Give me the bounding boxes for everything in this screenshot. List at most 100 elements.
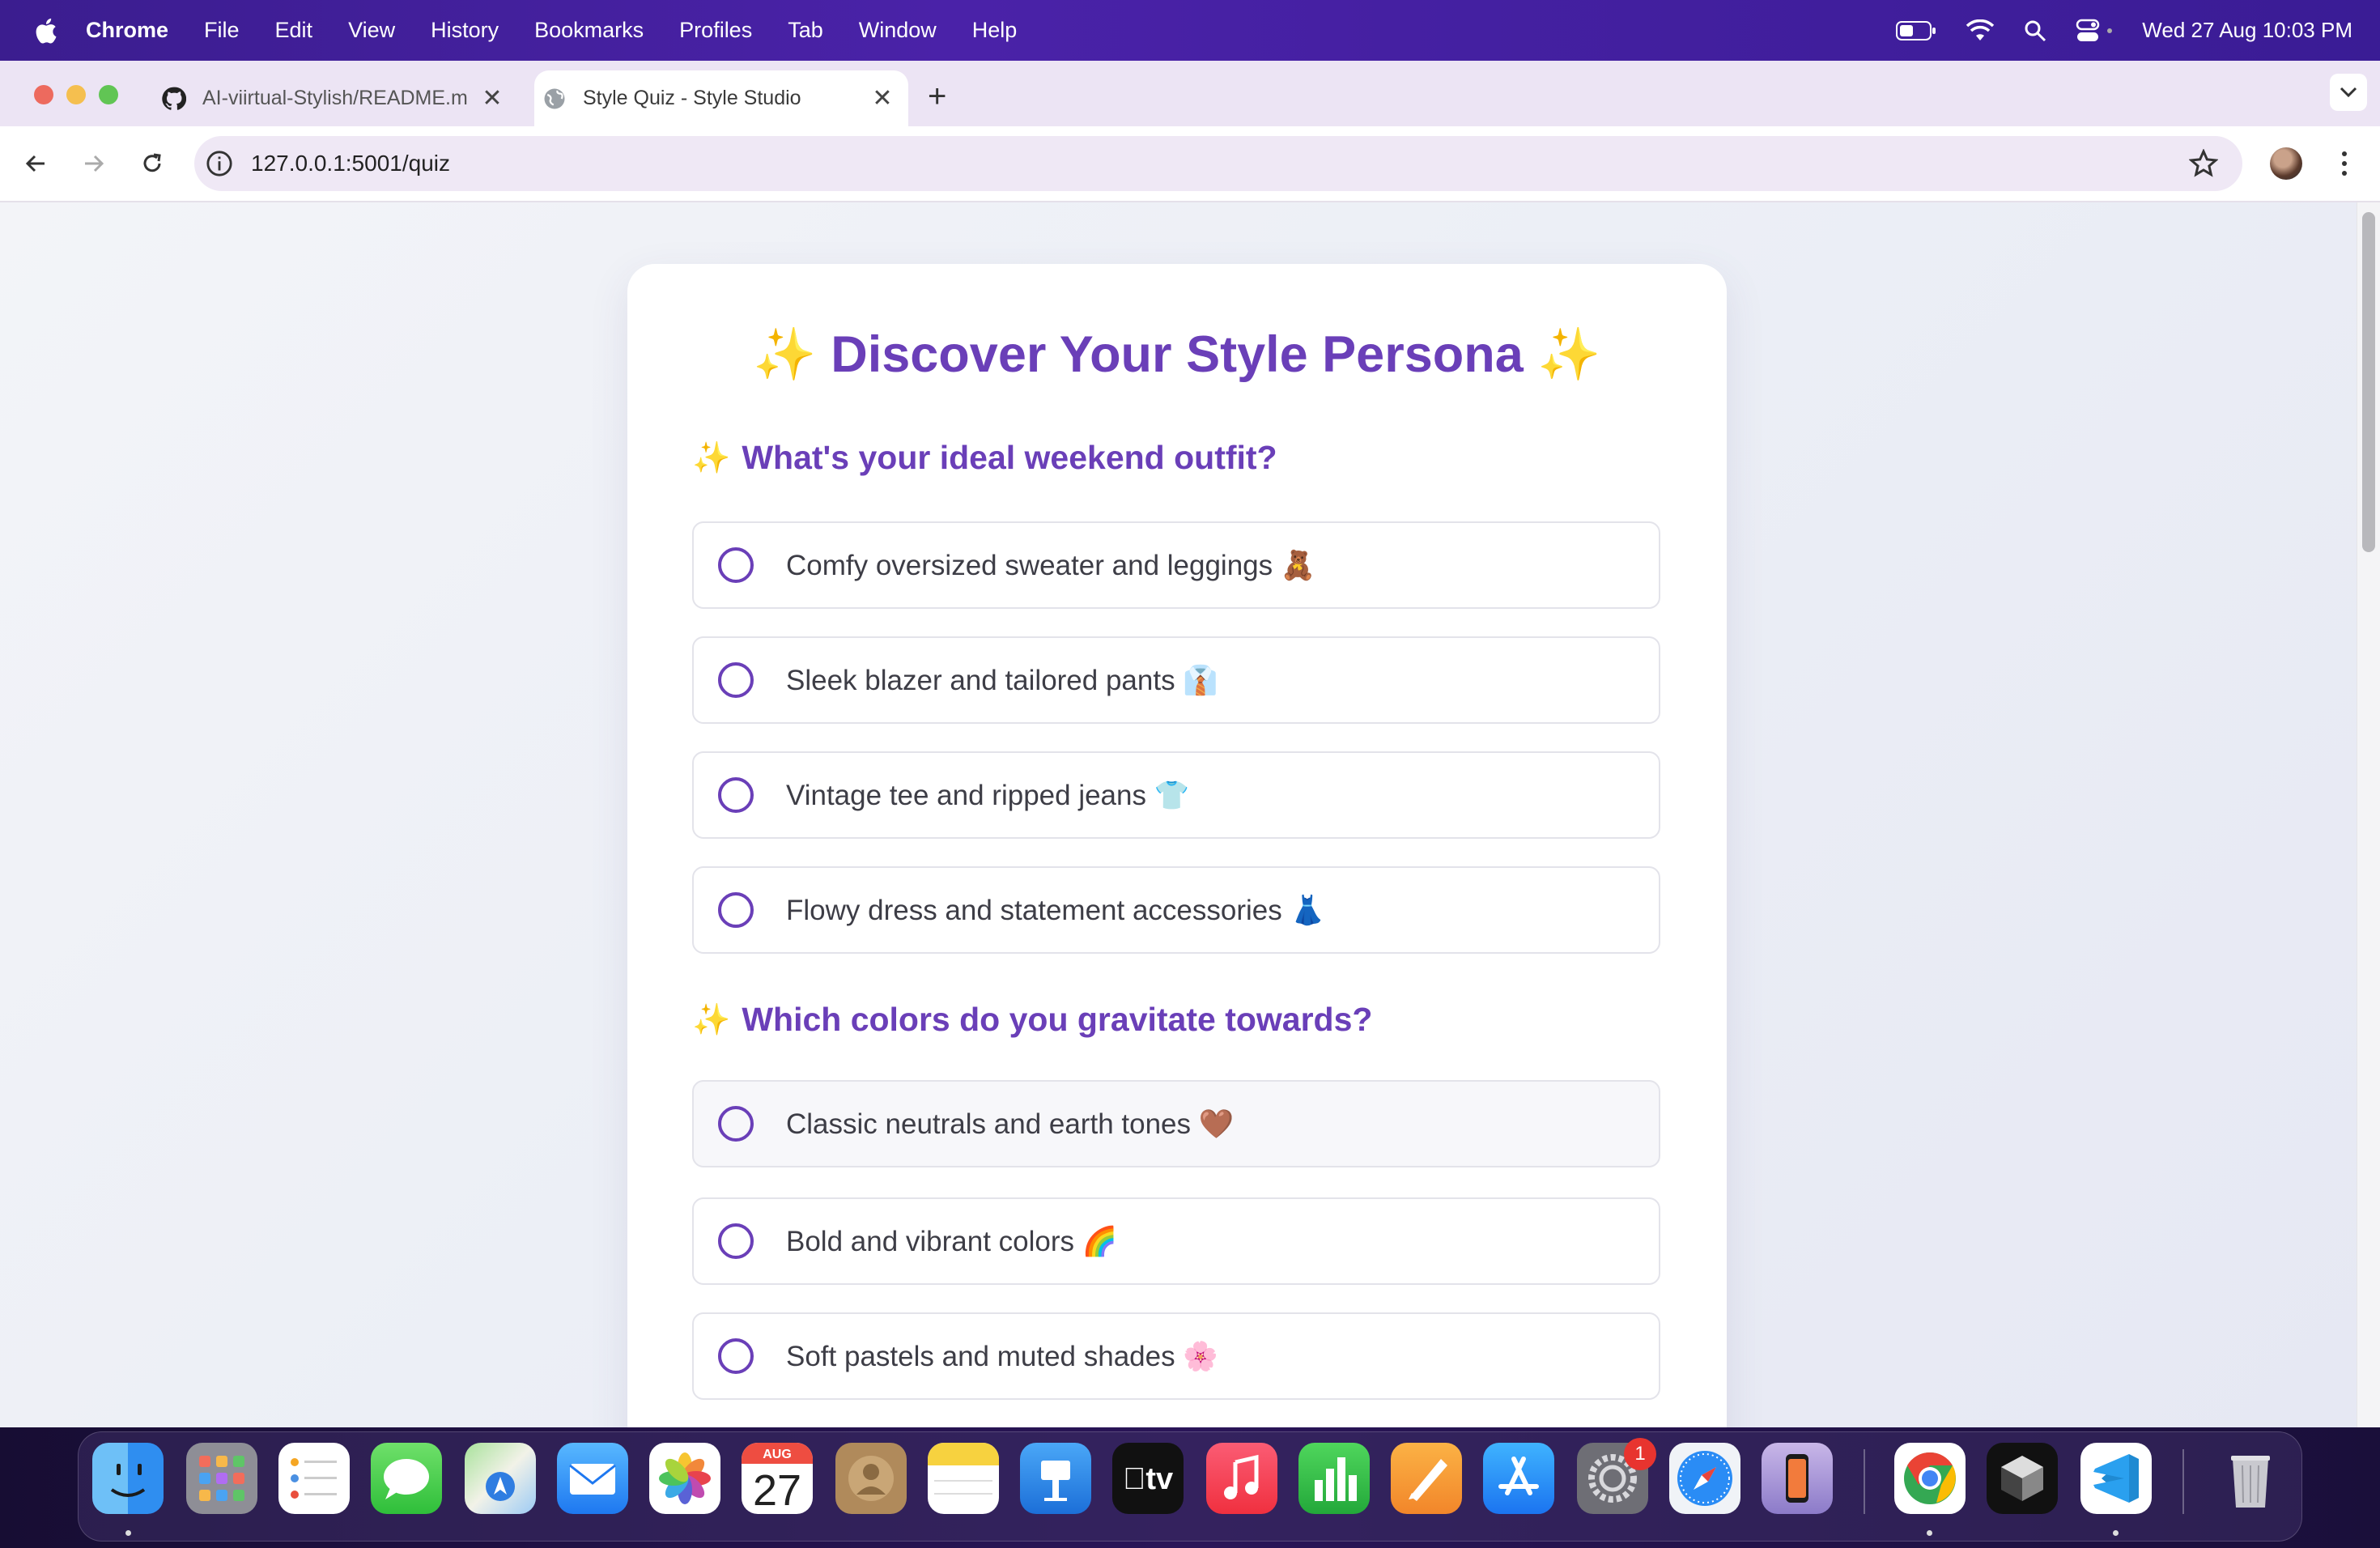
- sparkle-icon: ✨: [1537, 326, 1601, 383]
- quiz-option[interactable]: Comfy oversized sweater and leggings 🧸: [692, 521, 1660, 609]
- zoom-window-button[interactable]: [99, 85, 118, 104]
- question-heading: ✨ Which colors do you gravitate towards?: [692, 1001, 1372, 1039]
- scrollbar-thumb[interactable]: [2362, 212, 2375, 552]
- menu-history[interactable]: History: [431, 18, 499, 43]
- radio-button[interactable]: [718, 777, 754, 813]
- tab-close-icon[interactable]: ✕: [478, 84, 507, 113]
- page-scrollbar[interactable]: [2357, 202, 2380, 1427]
- keynote-icon[interactable]: [1020, 1443, 1091, 1514]
- messages-icon[interactable]: [371, 1443, 442, 1514]
- radio-button[interactable]: [718, 1106, 754, 1142]
- launchpad-icon[interactable]: [186, 1443, 257, 1514]
- radio-button[interactable]: [718, 1338, 754, 1374]
- quiz-option[interactable]: Bold and vibrant colors 🌈: [692, 1197, 1660, 1285]
- option-label: Classic neutrals and earth tones 🤎: [786, 1108, 1235, 1140]
- contacts-icon[interactable]: [835, 1443, 907, 1514]
- maps-icon[interactable]: [465, 1443, 536, 1514]
- finder-icon[interactable]: [92, 1443, 164, 1514]
- menu-window[interactable]: Window: [859, 18, 937, 43]
- tab-search-button[interactable]: [2330, 74, 2367, 111]
- menu-profiles[interactable]: Profiles: [679, 18, 752, 43]
- github-icon: [162, 87, 186, 110]
- reload-button[interactable]: [134, 146, 170, 181]
- menu-bar: Chrome File Edit View History Bookmarks …: [0, 0, 2380, 61]
- music-icon[interactable]: [1206, 1443, 1277, 1514]
- question-heading: ✨ What's your ideal weekend outfit?: [692, 439, 1277, 477]
- mail-icon[interactable]: [557, 1443, 628, 1514]
- tab-readme[interactable]: AI-viirtual-Stylish/README.m ✕: [154, 70, 518, 126]
- browser-window: AI-viirtual-Stylish/README.m ✕ Style Qui…: [0, 61, 2380, 1427]
- speech-bubble-icon: [384, 1459, 429, 1499]
- finder-face-icon: [110, 1464, 146, 1497]
- sparkle-icon: ✨: [692, 440, 731, 475]
- close-window-button[interactable]: [34, 85, 53, 104]
- menu-bookmarks[interactable]: Bookmarks: [534, 18, 644, 43]
- radio-button[interactable]: [718, 662, 754, 698]
- spotlight-search-icon[interactable]: [2024, 19, 2046, 42]
- quiz-card: ✨ Discover Your Style Persona ✨ ✨ What's…: [627, 264, 1727, 1427]
- chrome-logo-icon: [1904, 1452, 1956, 1504]
- reminders-icon[interactable]: [278, 1443, 350, 1514]
- quiz-option[interactable]: Flowy dress and statement accessories 👗: [692, 866, 1660, 954]
- browser-menu-button[interactable]: [2328, 146, 2361, 181]
- calendar-icon[interactable]: AUG 27: [742, 1443, 813, 1514]
- safari-icon[interactable]: [1669, 1443, 1740, 1514]
- quiz-option[interactable]: Sleek blazer and tailored pants 👔: [692, 636, 1660, 724]
- menu-help[interactable]: Help: [972, 18, 1018, 43]
- numbers-icon[interactable]: [1298, 1443, 1370, 1514]
- tab-strip: AI-viirtual-Stylish/README.m ✕ Style Qui…: [0, 61, 2380, 126]
- option-label: Vintage tee and ripped jeans 👕: [786, 779, 1190, 811]
- person-icon: [848, 1456, 894, 1501]
- calendar-month: AUG: [763, 1448, 792, 1461]
- quiz-option[interactable]: Soft pastels and muted shades 🌸: [692, 1312, 1660, 1400]
- tab-title: Style Quiz - Style Studio: [583, 87, 801, 109]
- apple-logo-icon[interactable]: [31, 15, 63, 47]
- menu-clock[interactable]: Wed 27 Aug 10:03 PM: [2142, 18, 2352, 43]
- app-store-icon[interactable]: [1483, 1443, 1554, 1514]
- iphone-mirroring-icon[interactable]: [1762, 1443, 1833, 1514]
- quiz-option[interactable]: Vintage tee and ripped jeans 👕: [692, 751, 1660, 839]
- option-label: Sleek blazer and tailored pants 👔: [786, 664, 1218, 696]
- bookmark-star-icon[interactable]: [2189, 149, 2218, 178]
- quiz-option[interactable]: Classic neutrals and earth tones 🤎: [692, 1080, 1660, 1167]
- forward-button[interactable]: [76, 146, 112, 181]
- minimize-window-button[interactable]: [66, 85, 86, 104]
- site-info-icon[interactable]: [206, 150, 233, 177]
- reload-icon: [143, 153, 161, 172]
- sparkle-icon: ✨: [753, 326, 817, 383]
- notes-icon[interactable]: [928, 1443, 999, 1514]
- vscode-icon[interactable]: [2080, 1443, 2152, 1514]
- radio-button[interactable]: [718, 892, 754, 928]
- radio-button[interactable]: [718, 547, 754, 583]
- menu-view[interactable]: View: [348, 18, 395, 43]
- tab-style-quiz[interactable]: Style Quiz - Style Studio ✕: [534, 70, 908, 126]
- menu-app-name[interactable]: Chrome: [86, 18, 168, 43]
- menu-file[interactable]: File: [204, 18, 240, 43]
- tab-close-icon[interactable]: ✕: [868, 84, 897, 113]
- back-button[interactable]: [18, 146, 53, 181]
- bar-chart-icon: [1315, 1457, 1357, 1501]
- radio-button[interactable]: [718, 1223, 754, 1259]
- menu-edit[interactable]: Edit: [275, 18, 313, 43]
- app-store-a-icon: [1498, 1457, 1539, 1495]
- url-text[interactable]: 127.0.0.1:5001/quiz: [251, 151, 450, 176]
- new-tab-button[interactable]: +: [928, 79, 946, 115]
- cursor-app-icon[interactable]: [1987, 1443, 2058, 1514]
- menu-tab[interactable]: Tab: [788, 18, 823, 43]
- profile-avatar[interactable]: [2270, 147, 2302, 180]
- notification-badge: 1: [1624, 1438, 1656, 1470]
- control-center-icon[interactable]: [2076, 19, 2113, 43]
- note-lines-icon: [934, 1480, 992, 1495]
- music-note-icon: [1224, 1454, 1259, 1499]
- wifi-icon[interactable]: [1966, 19, 1995, 42]
- chrome-icon[interactable]: [1894, 1443, 1966, 1514]
- chevron-down-icon: [2340, 87, 2357, 98]
- photos-icon[interactable]: [649, 1443, 720, 1514]
- option-label: Flowy dress and statement accessories 👗: [786, 894, 1326, 926]
- battery-icon[interactable]: [1896, 20, 1936, 41]
- tab-title: AI-viirtual-Stylish/README.m: [202, 87, 468, 109]
- address-bar[interactable]: 127.0.0.1:5001/quiz: [194, 136, 2242, 191]
- apple-tv-icon[interactable]: tv: [1112, 1443, 1184, 1514]
- trash-icon[interactable]: [2215, 1443, 2286, 1514]
- pages-icon[interactable]: [1391, 1443, 1462, 1514]
